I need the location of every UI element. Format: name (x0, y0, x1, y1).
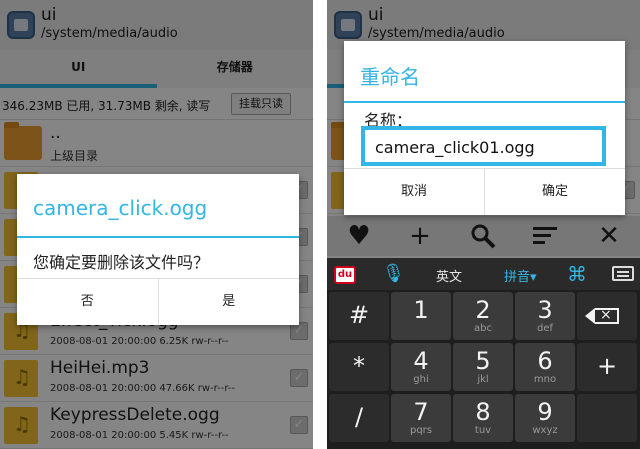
yes-button[interactable]: 是 (157, 279, 300, 325)
dialog-buttons: 否 是 (17, 278, 299, 325)
heart-icon[interactable]: ♥ (341, 220, 377, 252)
key-label: 7 (413, 398, 429, 426)
backspace-key[interactable] (577, 292, 637, 340)
key-label: 8 (475, 398, 491, 426)
sort-icon[interactable] (527, 220, 563, 252)
baidu-logo-icon[interactable]: du (334, 266, 356, 284)
file-manager-rename-screen: ui /system/media/audio ✓ ♥ + ✕ 重命名 名称： c… (327, 0, 640, 449)
tab-english[interactable]: 英文 (436, 266, 462, 285)
key-label: / (354, 403, 364, 431)
key-letters: wxyz (532, 425, 558, 436)
key-letters: mno (533, 374, 557, 385)
dropdown-arrow-icon: ▾ (530, 270, 537, 285)
key-7[interactable]: 7 pqrs (391, 394, 451, 442)
soft-keyboard: du 🎙 英文 拼音▾ ⌘ # 1 2 abc 3 def * (327, 258, 640, 449)
key-label: 2 (475, 296, 491, 324)
key-6[interactable]: 6 mno (515, 343, 575, 391)
command-icon[interactable]: ⌘ (567, 262, 587, 286)
key-hash[interactable]: # (329, 292, 389, 340)
key-label: + (596, 352, 618, 380)
keyboard-hide-icon[interactable] (612, 266, 634, 281)
filename-input-value: camera_click01.ogg (375, 138, 535, 157)
delete-confirm-dialog: camera_click.ogg 您确定要删除该文件吗？ 否 是 (17, 174, 299, 325)
key-8[interactable]: 8 tuv (453, 394, 513, 442)
dialog-title: 重命名 (360, 65, 420, 89)
microphone-icon[interactable]: 🎙 (382, 263, 405, 284)
key-label: # (348, 301, 370, 329)
key-letters: tuv (474, 425, 492, 436)
action-toolbar: ♥ + ✕ (327, 216, 640, 256)
key-letters: ghi (413, 374, 429, 385)
key-1[interactable]: 1 (391, 292, 451, 340)
key-3[interactable]: 3 def (515, 292, 575, 340)
dialog-title: camera_click.ogg (33, 196, 208, 220)
key-spacer[interactable] (577, 394, 637, 442)
close-icon[interactable]: ✕ (591, 220, 627, 252)
key-label: 1 (413, 296, 429, 324)
key-label: 4 (413, 347, 429, 375)
tab-pinyin[interactable]: 拼音▾ (504, 266, 537, 285)
key-label: * (353, 352, 365, 380)
cancel-button[interactable]: 取消 (344, 169, 484, 215)
dialog-divider (344, 101, 625, 103)
key-letters: jkl (477, 374, 489, 385)
key-slash[interactable]: / (329, 394, 389, 442)
backspace-icon (585, 307, 619, 324)
plus-icon[interactable]: + (402, 220, 438, 252)
key-5[interactable]: 5 jkl (453, 343, 513, 391)
key-2[interactable]: 2 abc (453, 292, 513, 340)
key-letters: pqrs (409, 425, 433, 436)
dialog-divider (17, 236, 299, 238)
file-manager-delete-screen: ui /system/media/audio UI 存储器 346.23MB 已… (0, 0, 313, 449)
search-icon[interactable] (465, 220, 501, 252)
filename-input[interactable]: camera_click01.ogg (361, 126, 606, 166)
key-letters: abc (474, 323, 492, 334)
key-letters: def (536, 323, 554, 334)
dialog-message: 您确定要删除该文件吗？ (33, 253, 210, 272)
keyboard-toolbar: du 🎙 英文 拼音▾ ⌘ (327, 258, 640, 290)
key-label: 5 (475, 347, 491, 375)
key-4[interactable]: 4 ghi (391, 343, 451, 391)
key-label: 9 (537, 398, 553, 426)
dialog-buttons: 取消 确定 (344, 168, 625, 215)
ok-button[interactable]: 确定 (484, 169, 625, 215)
no-button[interactable]: 否 (17, 279, 158, 325)
key-plus[interactable]: + (577, 343, 637, 391)
key-label: 3 (537, 296, 553, 324)
rename-dialog: 重命名 名称： camera_click01.ogg 取消 确定 (344, 41, 625, 215)
key-star[interactable]: * (329, 343, 389, 391)
key-label: 6 (537, 347, 553, 375)
tab-pinyin-label: 拼音 (504, 270, 531, 285)
key-9[interactable]: 9 wxyz (515, 394, 575, 442)
